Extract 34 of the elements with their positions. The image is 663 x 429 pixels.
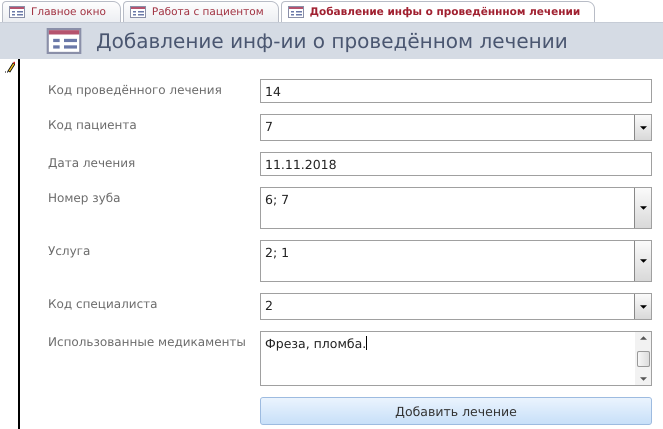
scroll-up-icon <box>640 336 646 340</box>
field-label: Номер зуба <box>48 190 122 207</box>
combo-box[interactable]: 7 <box>260 114 652 141</box>
dropdown-button[interactable] <box>634 115 651 140</box>
add-treatment-button[interactable]: Добавить лечение <box>260 397 652 425</box>
field-label: Услуга <box>48 243 92 260</box>
input-field[interactable]: 11.11.2018 <box>260 152 652 176</box>
dropdown-button[interactable] <box>634 294 651 319</box>
caret-icon <box>640 206 646 210</box>
scrollbar[interactable] <box>635 332 651 385</box>
tab[interactable]: Работа с пациентом <box>122 1 279 22</box>
tab[interactable]: Главное окно <box>2 1 121 22</box>
field-label: Код пациента <box>48 117 138 134</box>
form-icon <box>288 6 304 18</box>
form-icon <box>130 6 146 18</box>
caret-icon <box>640 304 646 308</box>
combo-box[interactable]: 2 <box>260 293 652 320</box>
form-icon <box>9 6 25 18</box>
field-label: Код специалиста <box>48 296 159 313</box>
tab[interactable]: Добавление инфы о проведённном лечении <box>280 1 596 22</box>
input-field[interactable]: 14 <box>260 79 652 103</box>
scroll-down-icon <box>640 377 646 381</box>
scrollbar-thumb[interactable] <box>636 350 650 366</box>
field-label: Код проведённого лечения <box>48 82 223 99</box>
pencil-icon <box>5 61 15 73</box>
combo-box[interactable]: 2; 1 <box>260 240 652 282</box>
form-title: Добавление инф-ии о проведённом лечении <box>96 29 568 53</box>
caret-icon <box>640 259 646 263</box>
form-icon <box>46 28 82 54</box>
caret-icon <box>640 126 646 130</box>
combo-box[interactable]: 6; 7 <box>260 187 652 229</box>
field-label: Дата лечения <box>48 155 136 172</box>
field-label: Использованные медикаменты <box>48 334 247 351</box>
text-area[interactable]: Фреза, пломба. <box>260 331 652 386</box>
